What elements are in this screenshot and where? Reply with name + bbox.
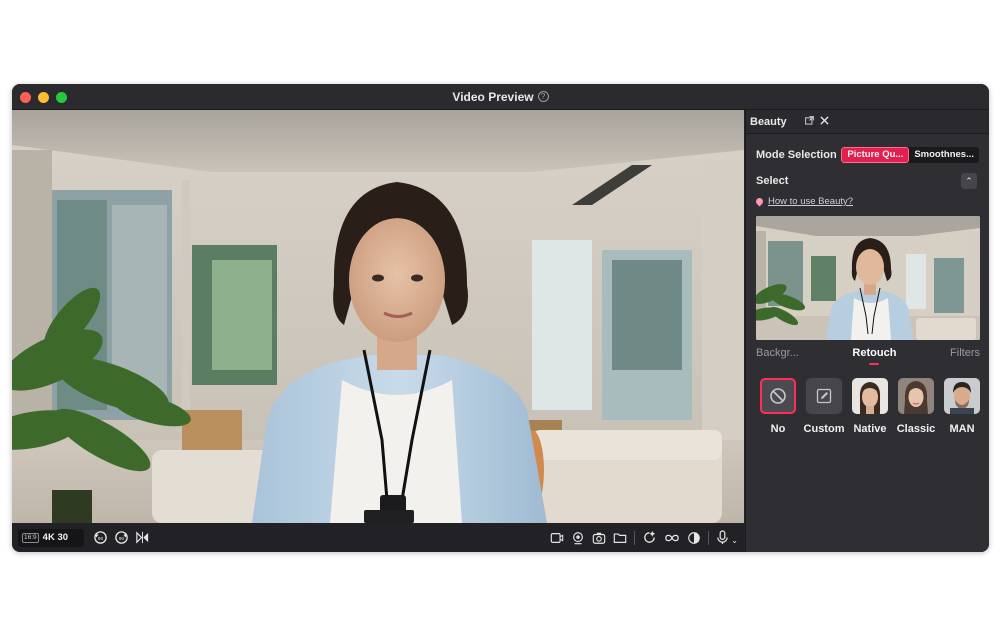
mode-option-picture-quality[interactable]: Picture Qu... [841, 147, 910, 163]
microphone-icon[interactable]: ⌄ [716, 530, 738, 545]
how-to-link[interactable]: How to use Beauty? [754, 196, 854, 207]
close-window-button[interactable] [20, 92, 31, 103]
window-title: Video Preview [452, 89, 534, 104]
right-tool-group: ⌄ [550, 530, 738, 545]
location-pin-icon [754, 196, 765, 207]
beauty-panel: Beauty Mode Selection Picture Qu... Smoo… [745, 110, 989, 552]
resolution-label: 4K 30 [42, 532, 69, 543]
preset-classic-thumb [898, 378, 934, 414]
webcam-icon[interactable] [571, 531, 585, 545]
tab-background[interactable]: Backgr... [756, 347, 799, 359]
tab-retouch[interactable]: Retouch [852, 347, 896, 365]
infinity-loop-icon[interactable] [664, 531, 680, 545]
preset-custom-thumb [806, 378, 842, 414]
auto-enhance-icon[interactable] [642, 530, 657, 545]
preset-no[interactable]: No [760, 378, 796, 435]
preset-label: Custom [803, 423, 845, 435]
svg-text:90: 90 [119, 536, 125, 541]
face-thumbnail-native [859, 382, 881, 414]
preset-no-thumb [760, 378, 796, 414]
mode-selection-label: Mode Selection [756, 149, 837, 161]
chevron-down-icon[interactable]: ⌄ [731, 536, 738, 545]
preset-native[interactable]: Native [852, 378, 888, 435]
how-to-link-label: How to use Beauty? [768, 196, 854, 207]
toolbar-divider [634, 530, 636, 545]
select-row: Select ⌃ [756, 172, 979, 190]
preset-label: Native [853, 423, 887, 435]
minimize-window-button[interactable] [38, 92, 49, 103]
face-thumbnail-man [950, 382, 974, 414]
tab-filters[interactable]: Filters [950, 347, 980, 359]
svg-text:90: 90 [98, 536, 104, 541]
title-bar: Video Preview ? [12, 84, 989, 110]
preset-label: MAN [949, 423, 975, 435]
edit-icon [816, 388, 832, 404]
select-label: Select [756, 175, 789, 187]
mode-selection-row: Mode Selection Picture Qu... Smoothnes..… [756, 146, 979, 164]
record-icon[interactable] [550, 531, 564, 545]
preset-man-thumb [944, 378, 980, 414]
rotate-left-icon[interactable]: 90 [93, 530, 108, 545]
beauty-preview-thumbnail [756, 216, 980, 340]
snapshot-icon[interactable] [592, 531, 606, 545]
preset-native-thumb [852, 378, 888, 414]
preset-label: No [770, 423, 786, 435]
rotate-right-icon[interactable]: 90 [114, 530, 129, 545]
aspect-ratio-badge: 16:9 [22, 532, 39, 543]
app-window: Video Preview ? 16:9 4K 30 90 90 ⌄ Beaut… [12, 84, 989, 552]
toolbar-divider-2 [708, 530, 710, 545]
retouch-presets: No Custom Native Classic MAN [760, 378, 980, 435]
camera-feed-image [12, 110, 744, 523]
preset-classic[interactable]: Classic [896, 378, 936, 435]
zoom-window-button[interactable] [56, 92, 67, 103]
folder-icon[interactable] [613, 531, 627, 545]
window-title-group: Video Preview ? [452, 89, 549, 104]
face-thumbnail-classic [904, 381, 928, 414]
resolution-selector[interactable]: 16:9 4K 30 [18, 528, 84, 547]
close-icon[interactable] [820, 115, 829, 128]
preview-toolbar: 16:9 4K 30 90 90 ⌄ [12, 523, 744, 552]
help-icon[interactable]: ? [537, 91, 549, 102]
popout-icon[interactable] [804, 115, 814, 128]
preset-label: Classic [896, 423, 936, 435]
mode-option-smoothness[interactable]: Smoothnes... [909, 147, 979, 163]
collapse-chevron-up-icon[interactable]: ⌃ [961, 173, 977, 189]
panel-header: Beauty [746, 110, 989, 134]
mode-toggle: Picture Qu... Smoothnes... [841, 147, 979, 163]
preset-man[interactable]: MAN [944, 378, 980, 435]
video-preview [12, 110, 744, 523]
preset-custom[interactable]: Custom [803, 378, 845, 435]
flip-horizontal-icon[interactable] [135, 530, 150, 545]
disabled-icon [770, 388, 786, 404]
panel-title: Beauty [750, 115, 787, 128]
filter-effect-icon[interactable] [687, 531, 701, 545]
window-controls [20, 92, 67, 103]
beauty-tabs: Backgr... Retouch Filters [756, 347, 980, 365]
